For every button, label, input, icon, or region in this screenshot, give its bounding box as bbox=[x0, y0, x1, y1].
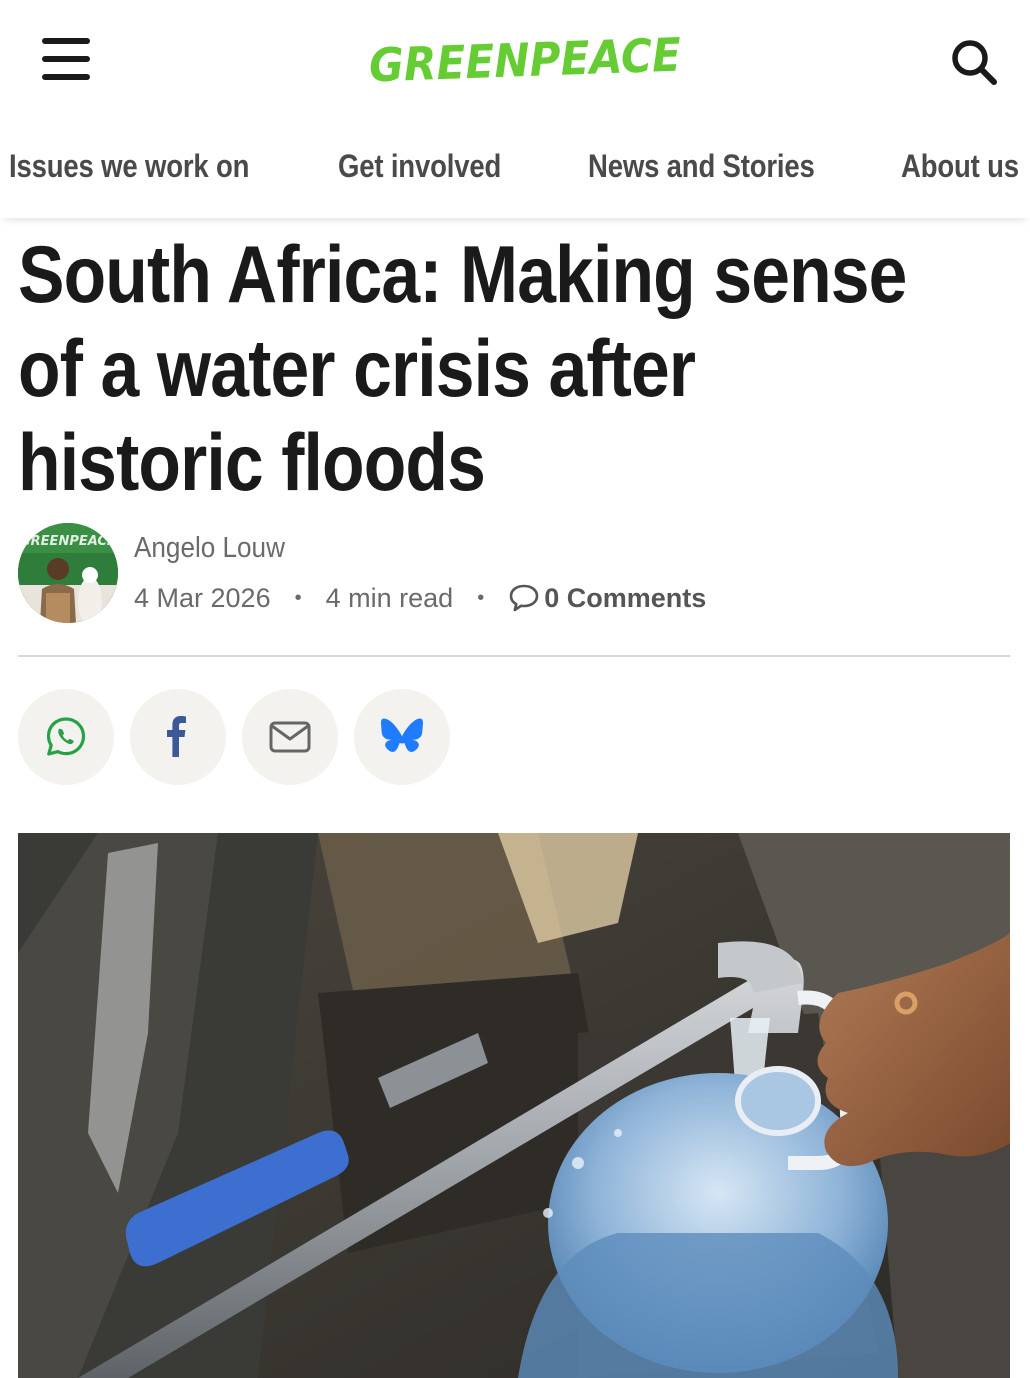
article-meta: 4 Mar 2026 • 4 min read • 0 Comments bbox=[134, 580, 706, 616]
site-header: GREENPEACE bbox=[0, 0, 1030, 120]
nav-item-get-involved[interactable]: Get involved bbox=[338, 148, 501, 185]
comments-count: 0 Comments bbox=[544, 582, 707, 613]
author-name[interactable]: Angelo Louw bbox=[134, 532, 285, 565]
title-line: of a water crisis after bbox=[18, 324, 696, 414]
nav-item-about-us[interactable]: About us bbox=[901, 148, 1019, 185]
search-icon[interactable] bbox=[948, 36, 1002, 90]
comment-icon bbox=[509, 584, 539, 612]
read-time: 4 min read bbox=[325, 582, 454, 613]
title-line: South Africa: Making sense bbox=[18, 230, 907, 320]
share-facebook-button[interactable] bbox=[130, 689, 226, 785]
bluesky-icon bbox=[381, 718, 423, 752]
greenpeace-logo[interactable]: GREENPEACE bbox=[365, 28, 690, 92]
nav-item-issues[interactable]: Issues we work on bbox=[9, 148, 249, 185]
divider bbox=[18, 655, 1010, 657]
nav-item-news-and-stories[interactable]: News and Stories bbox=[588, 148, 815, 185]
comments-link[interactable]: 0 Comments bbox=[508, 583, 706, 614]
main-nav: Issues we work on Get involved News and … bbox=[0, 120, 1030, 218]
publish-date: 4 Mar 2026 bbox=[134, 582, 271, 613]
hamburger-menu-icon[interactable] bbox=[40, 38, 92, 82]
hero-image bbox=[18, 833, 1010, 1378]
title-line: historic floods bbox=[18, 418, 486, 508]
whatsapp-icon bbox=[46, 717, 86, 756]
article-title: South Africa: Making sense of a water cr… bbox=[18, 228, 1016, 510]
meta-separator: • bbox=[477, 586, 485, 609]
facebook-icon bbox=[167, 716, 186, 757]
meta-separator: • bbox=[294, 586, 302, 609]
share-bluesky-button[interactable] bbox=[354, 689, 450, 785]
share-whatsapp-button[interactable] bbox=[18, 689, 114, 785]
author-avatar[interactable]: GREENPEACE bbox=[18, 523, 118, 623]
svg-text:GREENPEACE: GREENPEACE bbox=[368, 28, 682, 92]
email-icon bbox=[269, 721, 311, 753]
share-email-button[interactable] bbox=[242, 689, 338, 785]
svg-text:GREENPEACE: GREENPEACE bbox=[20, 534, 116, 549]
